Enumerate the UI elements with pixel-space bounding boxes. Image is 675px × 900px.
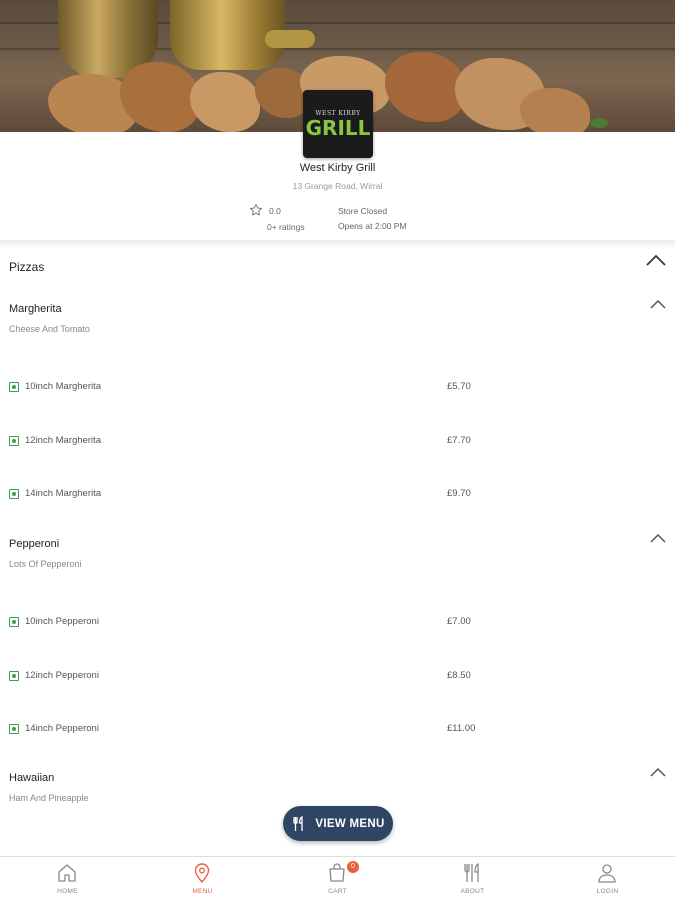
variant-name: 12inch Pepperoni <box>25 670 99 681</box>
variant-row[interactable]: 12inch Margherita £7.70 <box>9 435 489 449</box>
chevron-up-icon[interactable] <box>649 766 667 778</box>
chevron-up-icon[interactable] <box>649 298 667 310</box>
variant-price: £5.70 <box>447 381 471 392</box>
veg-indicator-icon <box>9 671 19 681</box>
item-description: Lots Of Pepperoni <box>9 559 82 569</box>
cutlery-icon <box>293 815 304 831</box>
item-description: Cheese And Tomato <box>9 324 90 334</box>
variant-name: 14inch Margherita <box>25 488 102 499</box>
veg-indicator-icon <box>9 724 19 734</box>
view-menu-button[interactable]: VIEW MENU <box>283 806 393 841</box>
variant-row[interactable]: 14inch Pepperoni £11.00 <box>9 723 489 737</box>
star-icon <box>249 203 263 216</box>
nav-label: HOME <box>57 888 78 895</box>
variant-name: 10inch Pepperoni <box>25 616 99 627</box>
item-description: Ham And Pineapple <box>9 793 89 803</box>
rating-count: 0+ ratings <box>267 222 305 232</box>
veg-indicator-icon <box>9 617 19 627</box>
store-address: 13 Grange Road, Wirral <box>292 181 383 191</box>
section-title-pizzas[interactable]: Pizzas <box>9 260 44 274</box>
nav-item-menu[interactable]: MENU <box>135 857 270 900</box>
nav-item-home[interactable]: HOME <box>0 857 135 900</box>
nav-label: ABOUT <box>460 888 485 895</box>
variant-row[interactable]: 10inch Margherita £5.70 <box>9 381 489 395</box>
store-logo: WEST KIRBY GRILL <box>303 90 373 158</box>
view-menu-label: VIEW MENU <box>315 817 385 830</box>
store-name: West Kirby Grill <box>299 162 376 174</box>
shopping-bag-icon <box>329 863 345 882</box>
veg-indicator-icon <box>9 489 19 499</box>
variant-price: £8.50 <box>447 670 471 681</box>
nav-label: CART <box>328 888 347 895</box>
variant-name: 14inch Pepperoni <box>25 723 99 734</box>
variant-row[interactable]: 12inch Pepperoni £8.50 <box>9 670 489 684</box>
nav-label: MENU <box>192 888 213 895</box>
variant-name: 12inch Margherita <box>25 435 102 446</box>
store-logo-text-main: GRILL <box>305 116 371 140</box>
cutlery-icon <box>464 862 479 882</box>
chevron-up-icon[interactable] <box>649 532 667 544</box>
store-opening-time: Opens at 2:00 PM <box>338 221 407 231</box>
veg-indicator-icon <box>9 382 19 392</box>
item-name[interactable]: Margherita <box>9 303 62 315</box>
variant-price: £7.70 <box>447 435 471 446</box>
rating-value: 0.0 <box>269 206 281 216</box>
bottom-navigation: HOME MENU 0 CART ABOUT LOGIN <box>0 856 675 900</box>
chevron-up-icon[interactable] <box>645 252 667 268</box>
location-pin-icon <box>194 863 210 884</box>
nav-label: LOGIN <box>596 888 619 895</box>
variant-name: 10inch Margherita <box>25 381 102 392</box>
home-icon <box>58 864 76 882</box>
nav-item-cart[interactable]: 0 CART <box>270 857 405 900</box>
store-status: Store Closed <box>338 206 388 216</box>
variant-price: £9.70 <box>447 488 471 499</box>
variant-row[interactable]: 10inch Pepperoni £7.00 <box>9 616 489 630</box>
variant-price: £7.00 <box>447 616 471 627</box>
nav-item-about[interactable]: ABOUT <box>405 857 540 900</box>
cart-count-badge: 0 <box>347 861 359 873</box>
variant-price: £11.00 <box>447 723 476 734</box>
veg-indicator-icon <box>9 436 19 446</box>
nav-item-login[interactable]: LOGIN <box>540 857 675 900</box>
item-name[interactable]: Hawaiian <box>9 772 54 784</box>
variant-row[interactable]: 14inch Margherita £9.70 <box>9 488 489 502</box>
user-icon <box>598 864 616 883</box>
item-name[interactable]: Pepperoni <box>9 538 59 550</box>
